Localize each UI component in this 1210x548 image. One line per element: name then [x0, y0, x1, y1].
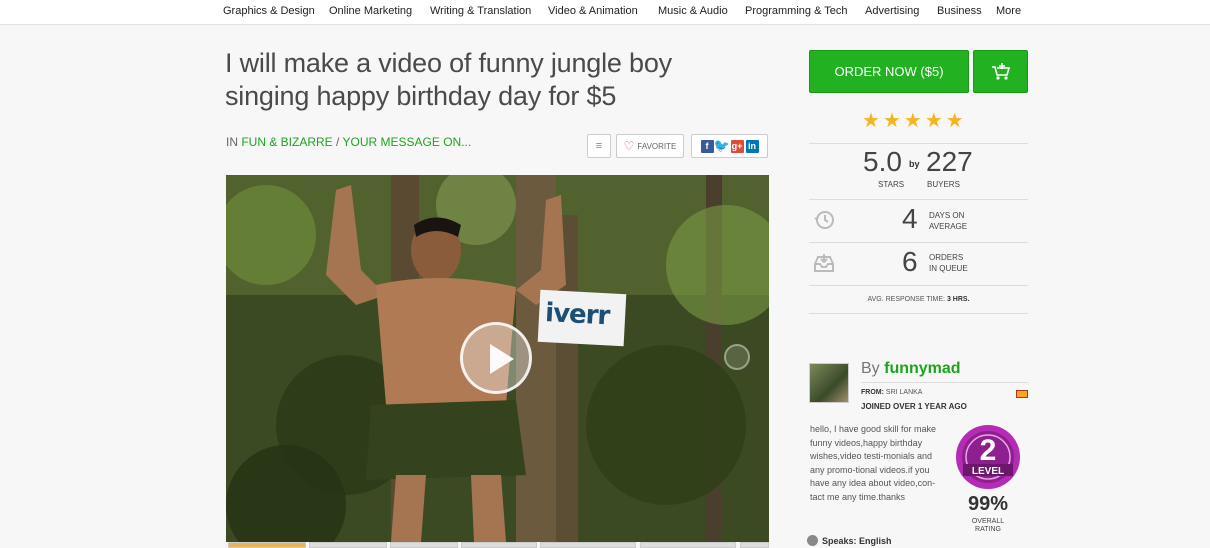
inbox-icon	[814, 254, 834, 272]
level-badge-icon: 2 LEVEL	[956, 425, 1020, 489]
seller-byline: By funnymad	[861, 360, 961, 378]
divider	[809, 285, 1028, 286]
history-clock-icon	[814, 211, 834, 229]
globe-icon	[807, 535, 818, 546]
sri-lanka-flag-icon	[1016, 390, 1028, 398]
delivery-days-label-2: AVERAGE	[929, 222, 968, 231]
nav-video-animation[interactable]: Video & Animation	[548, 5, 638, 17]
video-thumb-1[interactable]	[228, 542, 306, 548]
category-prefix: IN	[226, 135, 238, 149]
play-button[interactable]	[460, 322, 532, 394]
collections-button[interactable]: ≡	[587, 134, 611, 158]
category-link-sub[interactable]: YOUR MESSAGE ON...	[343, 135, 472, 149]
order-now-label: ORDER NOW ($5)	[834, 64, 944, 79]
divider	[809, 199, 1028, 200]
level-label: LEVEL	[972, 466, 1004, 477]
facebook-icon[interactable]: f	[700, 139, 714, 153]
overall-rating-label: OVERALL RATING	[955, 518, 1021, 534]
nav-business[interactable]: Business	[937, 5, 982, 17]
next-slide-button[interactable]	[724, 344, 750, 370]
seller-description: hello, I have good skill for make funny …	[810, 424, 937, 502]
from-label: FROM:	[861, 389, 884, 396]
nav-programming-tech[interactable]: Programming & Tech	[745, 5, 848, 17]
cart-icon	[991, 62, 1010, 80]
star-icon: ★	[924, 110, 943, 132]
category-separator: /	[336, 135, 340, 149]
google-plus-icon[interactable]: g+	[730, 139, 744, 153]
delivery-days-label-1: DAYS ON	[929, 211, 965, 220]
overall-rating-value: 99%	[967, 493, 1009, 515]
video-thumb-2[interactable]	[309, 542, 387, 548]
divider	[809, 242, 1028, 243]
video-thumb-5[interactable]	[540, 542, 636, 548]
speaks-text: Speaks: English	[822, 535, 892, 546]
response-label: AVG. RESPONSE TIME:	[867, 296, 946, 303]
delivery-days-value: 4	[902, 203, 918, 234]
divider	[809, 313, 1028, 314]
order-now-button[interactable]: ORDER NOW ($5)	[809, 50, 969, 93]
avg-response-time: AVG. RESPONSE TIME: 3 HRS.	[809, 296, 1028, 303]
overall-rating-label-2: RATING	[975, 526, 1001, 533]
add-to-cart-button[interactable]	[973, 50, 1028, 93]
gig-title-line-2: singing happy birthday day for $5	[225, 81, 617, 111]
queue-label-1: ORDERS	[929, 253, 964, 262]
buyers-count: 227	[926, 146, 973, 177]
divider	[809, 143, 1028, 144]
star-icon: ★	[903, 110, 922, 132]
category-link-main[interactable]: FUN & BIZARRE	[241, 135, 332, 149]
nav-music-audio[interactable]: Music & Audio	[658, 5, 728, 17]
rating-by: by	[909, 159, 920, 169]
linkedin-icon[interactable]: in	[745, 139, 759, 153]
rating-value: 5.0	[863, 146, 902, 177]
nav-online-marketing[interactable]: Online Marketing	[329, 5, 412, 17]
category-nav: Graphics & Design Online Marketing Writi…	[0, 0, 1210, 25]
video-thumb-3[interactable]	[390, 542, 458, 548]
list-icon: ≡	[595, 140, 603, 152]
video-thumb-7[interactable]	[740, 542, 769, 548]
seller-avatar[interactable]	[809, 363, 849, 403]
response-value: 3 HRS.	[946, 296, 970, 303]
video-thumb-6[interactable]	[640, 542, 736, 548]
from-value: SRI LANKA	[885, 389, 923, 396]
seller-name-link[interactable]: funnymad	[884, 360, 960, 377]
star-icon: ★	[882, 110, 901, 132]
divider	[861, 382, 1028, 383]
twitter-icon[interactable]: 🐦	[714, 138, 730, 153]
favorite-button[interactable]: ♡ FAVORITE	[616, 134, 684, 158]
favorite-label: FAVORITE	[637, 141, 677, 151]
buyers-label: BUYERS	[927, 180, 960, 189]
seller-from: FROM: SRI LANKA	[861, 389, 922, 396]
seller-joined: JOINED OVER 1 YEAR AGO	[861, 402, 967, 411]
rating-unit: STARS	[878, 180, 905, 189]
heart-icon: ♡	[623, 139, 635, 153]
seller-by-label: By	[861, 360, 880, 377]
nav-advertising[interactable]: Advertising	[865, 5, 919, 17]
star-icon: ★	[862, 110, 880, 132]
gig-title-line-1: I will make a video of funny jungle boy	[225, 48, 672, 78]
nav-graphics-design[interactable]: Graphics & Design	[223, 5, 315, 17]
seller-languages: Speaks: English	[807, 535, 892, 546]
queue-value: 6	[902, 246, 918, 277]
category-breadcrumb: IN FUN & BIZARRE / YOUR MESSAGE ON...	[226, 135, 471, 149]
nav-more[interactable]: More	[996, 5, 1021, 17]
queue-label-2: IN QUEUE	[929, 264, 968, 273]
share-buttons: f 🐦 g+ in	[691, 134, 768, 158]
gig-title: I will make a video of funny jungle boy …	[225, 47, 785, 113]
level-number: 2	[980, 434, 997, 467]
fiverr-sign: iverr	[537, 289, 627, 347]
nav-writing-translation[interactable]: Writing & Translation	[430, 5, 531, 17]
video-thumb-4[interactable]	[461, 542, 537, 548]
rating-stars: ★ ★ ★ ★ ★	[862, 108, 964, 133]
star-icon: ★	[945, 110, 964, 132]
sign-text: iverr	[544, 298, 611, 332]
overall-rating-label-1: OVERALL	[971, 518, 1005, 525]
